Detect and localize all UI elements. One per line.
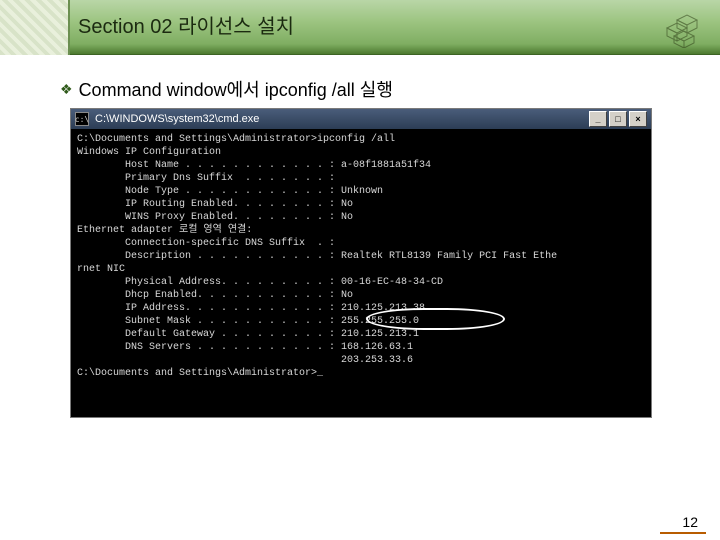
cube-stack-icon [662, 8, 702, 48]
header-thumbnail [0, 0, 70, 55]
page-number-underline [660, 532, 706, 534]
page-number: 12 [682, 514, 698, 530]
cmd-output: C:\Documents and Settings\Administrator>… [71, 129, 651, 417]
cmd-title: C:\WINDOWS\system32\cmd.exe [93, 113, 585, 125]
cmd-line: Description . . . . . . . . . . . : Real… [77, 250, 645, 263]
cmd-line: rnet NIC [77, 263, 645, 276]
slide: Section 02 라이선스 설치 ❖ Command window에서 ip… [0, 0, 720, 540]
bullet-text: Command window에서 ipconfig /all 실행 [79, 76, 393, 102]
window-buttons: _ □ × [589, 111, 647, 127]
cmd-line: WINS Proxy Enabled. . . . . . . . : No [77, 211, 645, 224]
cmd-line: DNS Servers . . . . . . . . . . . : 168.… [77, 341, 645, 354]
section-title: Section 02 라이선스 설치 [78, 10, 294, 39]
command-window: c:\ C:\WINDOWS\system32\cmd.exe _ □ × C:… [70, 108, 652, 418]
maximize-button[interactable]: □ [609, 111, 627, 127]
cmd-line: C:\Documents and Settings\Administrator>… [77, 367, 645, 380]
cmd-line: Subnet Mask . . . . . . . . . . . : 255.… [77, 315, 645, 328]
cmd-line: Connection-specific DNS Suffix . : [77, 237, 645, 250]
cmd-line: Default Gateway . . . . . . . . . : 210.… [77, 328, 645, 341]
cmd-line: Dhcp Enabled. . . . . . . . . . . : No [77, 289, 645, 302]
cmd-line: Windows IP Configuration [77, 146, 645, 159]
cmd-icon: c:\ [75, 112, 89, 126]
cmd-line: Physical Address. . . . . . . . . : 00-1… [77, 276, 645, 289]
cmd-line: Host Name . . . . . . . . . . . . : a-08… [77, 159, 645, 172]
minimize-button[interactable]: _ [589, 111, 607, 127]
cmd-line: IP Routing Enabled. . . . . . . . : No [77, 198, 645, 211]
bullet-row: ❖ Command window에서 ipconfig /all 실행 [60, 76, 393, 102]
header-band: Section 02 라이선스 설치 [0, 0, 720, 55]
cmd-line: C:\Documents and Settings\Administrator>… [77, 133, 645, 146]
cmd-line: Primary Dns Suffix . . . . . . . : [77, 172, 645, 185]
cmd-line: Ethernet adapter 로컬 영역 연결: [77, 224, 645, 237]
cmd-titlebar: c:\ C:\WINDOWS\system32\cmd.exe _ □ × [71, 109, 651, 129]
close-button[interactable]: × [629, 111, 647, 127]
cmd-line: Node Type . . . . . . . . . . . . : Unkn… [77, 185, 645, 198]
cmd-line: 203.253.33.6 [77, 354, 645, 367]
cmd-line: IP Address. . . . . . . . . . . . : 210.… [77, 302, 645, 315]
diamond-bullet-icon: ❖ [60, 81, 73, 98]
